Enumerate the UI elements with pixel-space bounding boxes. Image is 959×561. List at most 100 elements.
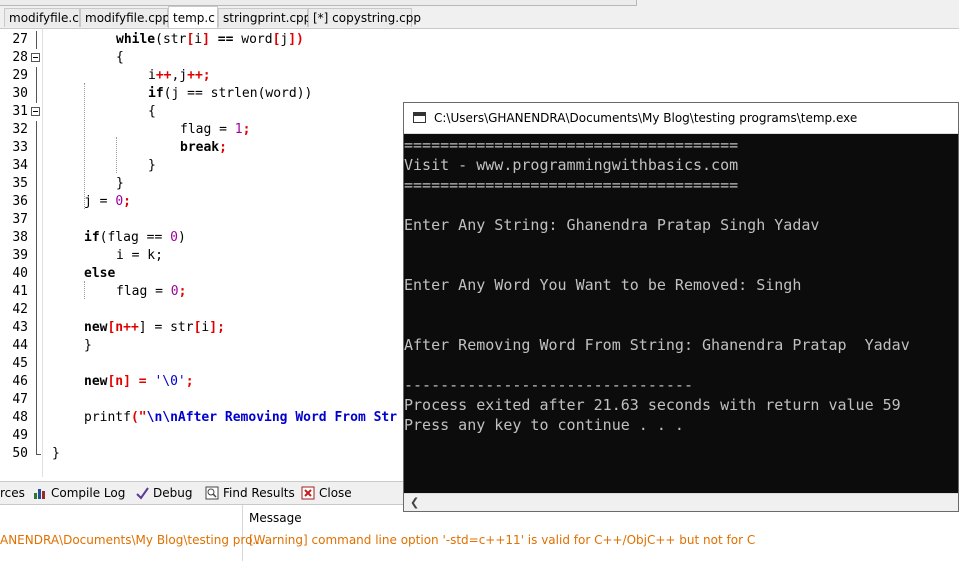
code-text: new[n] = '\0'; — [84, 374, 194, 389]
code-line: 30 if(j == strlen(word)) — [0, 85, 959, 103]
message-text-cell[interactable]: [Warning] command line option '-std=c++1… — [249, 533, 755, 547]
code-text: flag = 0; — [116, 284, 187, 299]
fold-end-line — [36, 175, 37, 193]
fold-line — [36, 373, 37, 391]
fold-line — [36, 85, 37, 103]
fold-line — [36, 229, 37, 247]
console-line: -------------------------------- — [404, 376, 693, 394]
line-number: 38 — [12, 230, 28, 245]
code-text: else — [84, 266, 116, 281]
tab-label: Compile Log — [51, 486, 126, 500]
line-number: 27 — [12, 32, 28, 47]
tab-debug[interactable]: Debug — [135, 482, 192, 504]
console-line: Enter Any String: Ghanendra Pratap Singh… — [404, 216, 820, 234]
close-icon — [301, 486, 315, 500]
console-line: ===================================== — [404, 176, 739, 194]
tab-compile-log[interactable]: Compile Log — [33, 482, 125, 504]
line-number: 50 — [12, 446, 28, 461]
line-number: 47 — [12, 392, 28, 407]
code-text: { — [148, 104, 156, 119]
fold-line — [36, 31, 37, 49]
console-window-icon — [413, 112, 426, 123]
console-window[interactable]: C:\Users\GHANENDRA\Documents\My Blog\tes… — [403, 102, 959, 512]
bar-chart-icon — [34, 489, 45, 499]
fold-line — [36, 265, 37, 283]
tab-temp-c[interactable]: temp.c — [168, 6, 218, 28]
tab-label: Close — [319, 486, 352, 500]
fold-line — [36, 193, 37, 211]
fold-line — [36, 391, 37, 409]
line-number: 42 — [12, 302, 28, 317]
line-number: 28 — [12, 50, 28, 65]
line-number: 48 — [12, 410, 28, 425]
tab-label: Find Results — [223, 486, 295, 500]
fold-line — [36, 121, 37, 139]
compiler-messages-panel: Message ANENDRA\Documents\My Blog\testin… — [0, 505, 959, 561]
code-line: 29 i++,j++; — [0, 67, 959, 85]
message-file-cell[interactable]: ANENDRA\Documents\My Blog\testing pro... — [0, 533, 264, 547]
tab-modifyfile-c[interactable]: modifyfile.c — [4, 8, 80, 27]
tab-copystring-cpp[interactable]: [*] copystring.cpp — [308, 8, 421, 27]
line-number: 49 — [12, 428, 28, 443]
fold-end-line — [36, 445, 41, 455]
code-text: i++,j++; — [148, 68, 211, 83]
tab-modifyfile-cpp[interactable]: modifyfile.cpp — [80, 8, 170, 27]
line-number: 46 — [12, 374, 28, 389]
fold-line — [36, 211, 37, 229]
code-text: } — [116, 176, 124, 191]
line-number: 41 — [12, 284, 28, 299]
line-number: 44 — [12, 338, 28, 353]
fold-collapse-icon[interactable] — [31, 107, 40, 116]
tab-label: Debug — [153, 486, 193, 500]
tab-label: rces — [0, 486, 25, 500]
fold-line — [36, 139, 37, 157]
line-number: 33 — [12, 140, 28, 155]
code-text: if(flag == 0) — [84, 230, 186, 245]
console-line: Visit - www.programmingwithbasics.com — [404, 156, 739, 174]
code-text: printf("\n\nAfter Removing Word From Str — [84, 410, 398, 425]
line-number: 37 — [12, 212, 28, 227]
code-text: } — [52, 446, 60, 461]
line-number: 29 — [12, 68, 28, 83]
fold-end-line — [36, 157, 37, 175]
line-number: 40 — [12, 266, 28, 281]
fold-line — [36, 283, 37, 301]
tab-stringprint-cpp[interactable]: stringprint.cpp — [218, 8, 311, 27]
fold-line — [36, 319, 37, 337]
code-line: 28 { — [0, 49, 959, 67]
fold-line — [36, 301, 37, 319]
line-number: 34 — [12, 158, 28, 173]
message-column-header[interactable]: Message — [249, 511, 302, 525]
line-number: 35 — [12, 176, 28, 191]
tab-close[interactable]: Close — [301, 482, 352, 504]
console-line: ===================================== — [404, 136, 739, 154]
scroll-left-arrow-icon[interactable]: ❮ — [410, 496, 419, 509]
check-icon — [136, 487, 149, 500]
line-number: 43 — [12, 320, 28, 335]
code-text: j = 0; — [84, 194, 131, 209]
fold-line — [36, 67, 37, 85]
tab-resources[interactable]: rces — [0, 482, 25, 504]
code-text: if(j == strlen(word)) — [148, 86, 313, 101]
console-line: Process exited after 21.63 seconds with … — [404, 396, 901, 414]
fold-line — [36, 247, 37, 265]
code-text: flag = 1; — [180, 122, 251, 137]
fold-end-line — [36, 337, 37, 355]
fold-line — [36, 355, 37, 373]
console-horizontal-scrollbar[interactable]: ❮ — [404, 493, 958, 511]
fold-line — [36, 409, 37, 427]
line-number: 39 — [12, 248, 28, 263]
console-output: ===================================== Vi… — [404, 134, 958, 492]
tab-find-results[interactable]: Find Results — [205, 482, 295, 504]
find-icon — [205, 486, 219, 500]
line-number: 45 — [12, 356, 28, 371]
fold-line — [36, 427, 37, 445]
console-line: Press any key to continue . . . — [404, 416, 684, 434]
line-number: 32 — [12, 122, 28, 137]
code-text: i = k; — [116, 248, 163, 263]
console-title-bar[interactable]: C:\Users\GHANENDRA\Documents\My Blog\tes… — [404, 103, 958, 134]
line-number: 31 — [12, 104, 28, 119]
console-line: Enter Any Word You Want to be Removed: S… — [404, 276, 802, 294]
fold-collapse-icon[interactable] — [31, 53, 40, 62]
code-text: } — [84, 338, 92, 353]
